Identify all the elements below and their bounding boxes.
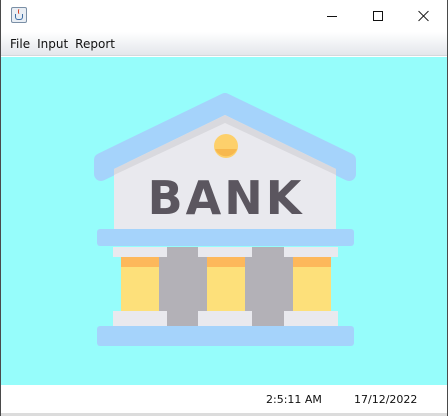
minimize-icon bbox=[327, 15, 337, 17]
menu-report[interactable]: Report bbox=[72, 34, 118, 54]
close-button[interactable] bbox=[401, 0, 447, 32]
bank-building-icon: BANK bbox=[94, 93, 356, 346]
main-panel: BANK bbox=[1, 57, 447, 385]
app-window: File Input Report BANK 2:5:11 AM 17/12/2… bbox=[0, 0, 448, 416]
close-icon bbox=[418, 10, 430, 22]
menu-bar: File Input Report bbox=[1, 32, 447, 56]
maximize-icon bbox=[373, 11, 383, 21]
base-beam bbox=[97, 326, 354, 346]
menu-input[interactable]: Input bbox=[34, 34, 71, 54]
status-time: 2:5:11 AM bbox=[266, 393, 322, 406]
maximize-button[interactable] bbox=[355, 0, 401, 32]
bank-sign-text: BANK bbox=[148, 171, 305, 225]
minimize-button[interactable] bbox=[309, 0, 355, 32]
status-date: 17/12/2022 bbox=[354, 393, 418, 406]
title-bar[interactable] bbox=[1, 0, 447, 32]
upper-beam bbox=[97, 229, 354, 246]
java-app-icon[interactable] bbox=[11, 7, 27, 23]
column-left bbox=[113, 247, 167, 327]
status-bar: 2:5:11 AM 17/12/2022 bbox=[1, 385, 447, 416]
menu-file[interactable]: File bbox=[7, 34, 33, 54]
